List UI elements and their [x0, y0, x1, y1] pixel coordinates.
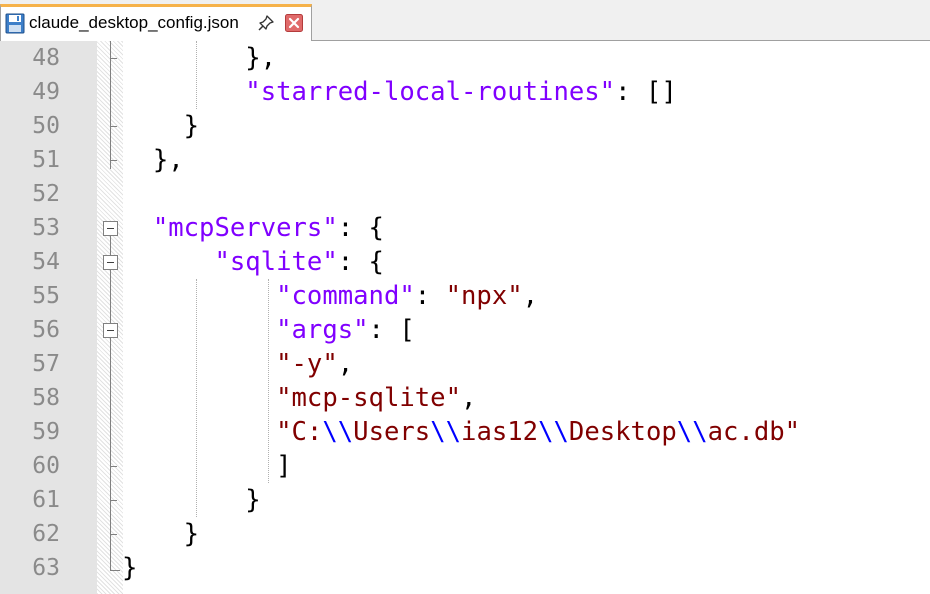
- fold-line: [110, 236, 111, 571]
- code-line[interactable]: [122, 177, 800, 211]
- json-punctuation: [122, 247, 214, 277]
- json-escape: \\: [538, 417, 569, 447]
- json-punctuation: [122, 315, 276, 345]
- json-punctuation: : {: [337, 247, 384, 277]
- json-string: "-y": [276, 349, 338, 379]
- json-string: ias12: [461, 417, 539, 447]
- code-line[interactable]: }: [122, 517, 800, 551]
- fold-tick: [110, 500, 117, 501]
- code-line[interactable]: "mcpServers": {: [122, 211, 800, 245]
- json-punctuation: }: [122, 519, 200, 549]
- json-punctuation: },: [122, 145, 184, 175]
- json-punctuation: }: [122, 485, 261, 515]
- json-string: "mcp-sqlite": [276, 383, 461, 413]
- line-number: 52: [32, 181, 60, 207]
- json-punctuation: [122, 281, 276, 311]
- json-punctuation: : []: [615, 77, 677, 107]
- json-string: Desktop: [568, 417, 677, 447]
- json-punctuation: [122, 77, 245, 107]
- code-line[interactable]: }: [122, 551, 800, 585]
- fold-tick: [110, 570, 120, 571]
- json-key: "sqlite": [214, 247, 338, 277]
- json-punctuation: :: [414, 281, 446, 311]
- line-number: 55: [32, 283, 60, 309]
- line-number: 51: [32, 147, 60, 173]
- json-punctuation: ]: [122, 451, 292, 481]
- line-number: 53: [32, 215, 60, 241]
- fold-tick: [110, 58, 117, 59]
- code-line[interactable]: "C:\\Users\\ias12\\Desktop\\ac.db": [122, 415, 800, 449]
- json-punctuation: [122, 349, 276, 379]
- code-line[interactable]: },: [122, 41, 800, 75]
- json-punctuation: [122, 417, 276, 447]
- line-number: 54: [32, 249, 60, 275]
- save-icon: [5, 13, 25, 34]
- json-punctuation: : [: [368, 315, 415, 345]
- code-line[interactable]: ]: [122, 449, 800, 483]
- tab-bar: claude_desktop_config.json: [0, 0, 930, 41]
- json-punctuation: ,: [522, 281, 539, 311]
- line-number: 58: [32, 385, 60, 411]
- fold-tick: [110, 466, 117, 467]
- tab-claude-desktop-config[interactable]: claude_desktop_config.json: [0, 4, 312, 41]
- json-punctuation: [122, 213, 153, 243]
- line-number: 56: [32, 317, 60, 343]
- json-key: "starred-local-routines": [245, 77, 616, 107]
- line-numbers: 48 49 50 51 52 53 54 55 56 57 58 59 60 61 62 63: [0, 41, 60, 585]
- json-key: "args": [276, 315, 369, 345]
- code-line[interactable]: "sqlite": {: [122, 245, 800, 279]
- line-number: 49: [32, 79, 60, 105]
- json-key: "command": [276, 281, 415, 311]
- json-escape: \\: [430, 417, 462, 447]
- json-punctuation: }: [122, 111, 200, 141]
- json-string: "C:: [276, 417, 323, 447]
- code-line[interactable]: },: [122, 143, 800, 177]
- pin-icon[interactable]: [257, 14, 275, 32]
- json-punctuation: },: [122, 43, 277, 73]
- code-line[interactable]: "starred-local-routines": []: [122, 75, 800, 109]
- json-punctuation: [122, 383, 276, 413]
- json-punctuation: }: [122, 553, 138, 583]
- line-number: 62: [32, 521, 60, 547]
- line-number: 57: [32, 351, 60, 377]
- fold-tick: [110, 126, 117, 127]
- json-string: Users: [353, 417, 431, 447]
- fold-tick: [110, 534, 117, 535]
- json-punctuation: ,: [337, 349, 354, 379]
- json-punctuation: : {: [337, 213, 384, 243]
- code-area[interactable]: }, "starred-local-routines": [] } }, "mc…: [122, 41, 800, 585]
- tab-title: claude_desktop_config.json: [29, 13, 239, 32]
- json-string: ac.db": [707, 417, 801, 447]
- json-string: "npx": [445, 281, 523, 311]
- fold-toggle-line-53[interactable]: [103, 221, 118, 236]
- line-number: 48: [32, 45, 60, 71]
- fold-toggle-line-54[interactable]: [103, 255, 118, 270]
- code-line[interactable]: }: [122, 483, 800, 517]
- fold-line: [110, 41, 111, 169]
- json-punctuation: ,: [461, 383, 477, 413]
- code-line[interactable]: "command": "npx",: [122, 279, 800, 313]
- fold-tick: [110, 160, 117, 161]
- code-line[interactable]: "mcp-sqlite",: [122, 381, 800, 415]
- code-line[interactable]: "-y",: [122, 347, 800, 381]
- code-line[interactable]: "args": [: [122, 313, 800, 347]
- json-escape: \\: [322, 417, 354, 447]
- line-number: 59: [32, 419, 60, 445]
- code-line[interactable]: }: [122, 109, 800, 143]
- json-key: "mcpServers": [152, 213, 338, 243]
- line-number: 61: [32, 487, 60, 513]
- close-icon[interactable]: [285, 14, 303, 32]
- line-number: 60: [32, 453, 60, 479]
- line-number: 63: [32, 555, 60, 581]
- line-number: 50: [32, 113, 60, 139]
- json-escape: \\: [676, 417, 708, 447]
- fold-toggle-line-56[interactable]: [103, 323, 118, 338]
